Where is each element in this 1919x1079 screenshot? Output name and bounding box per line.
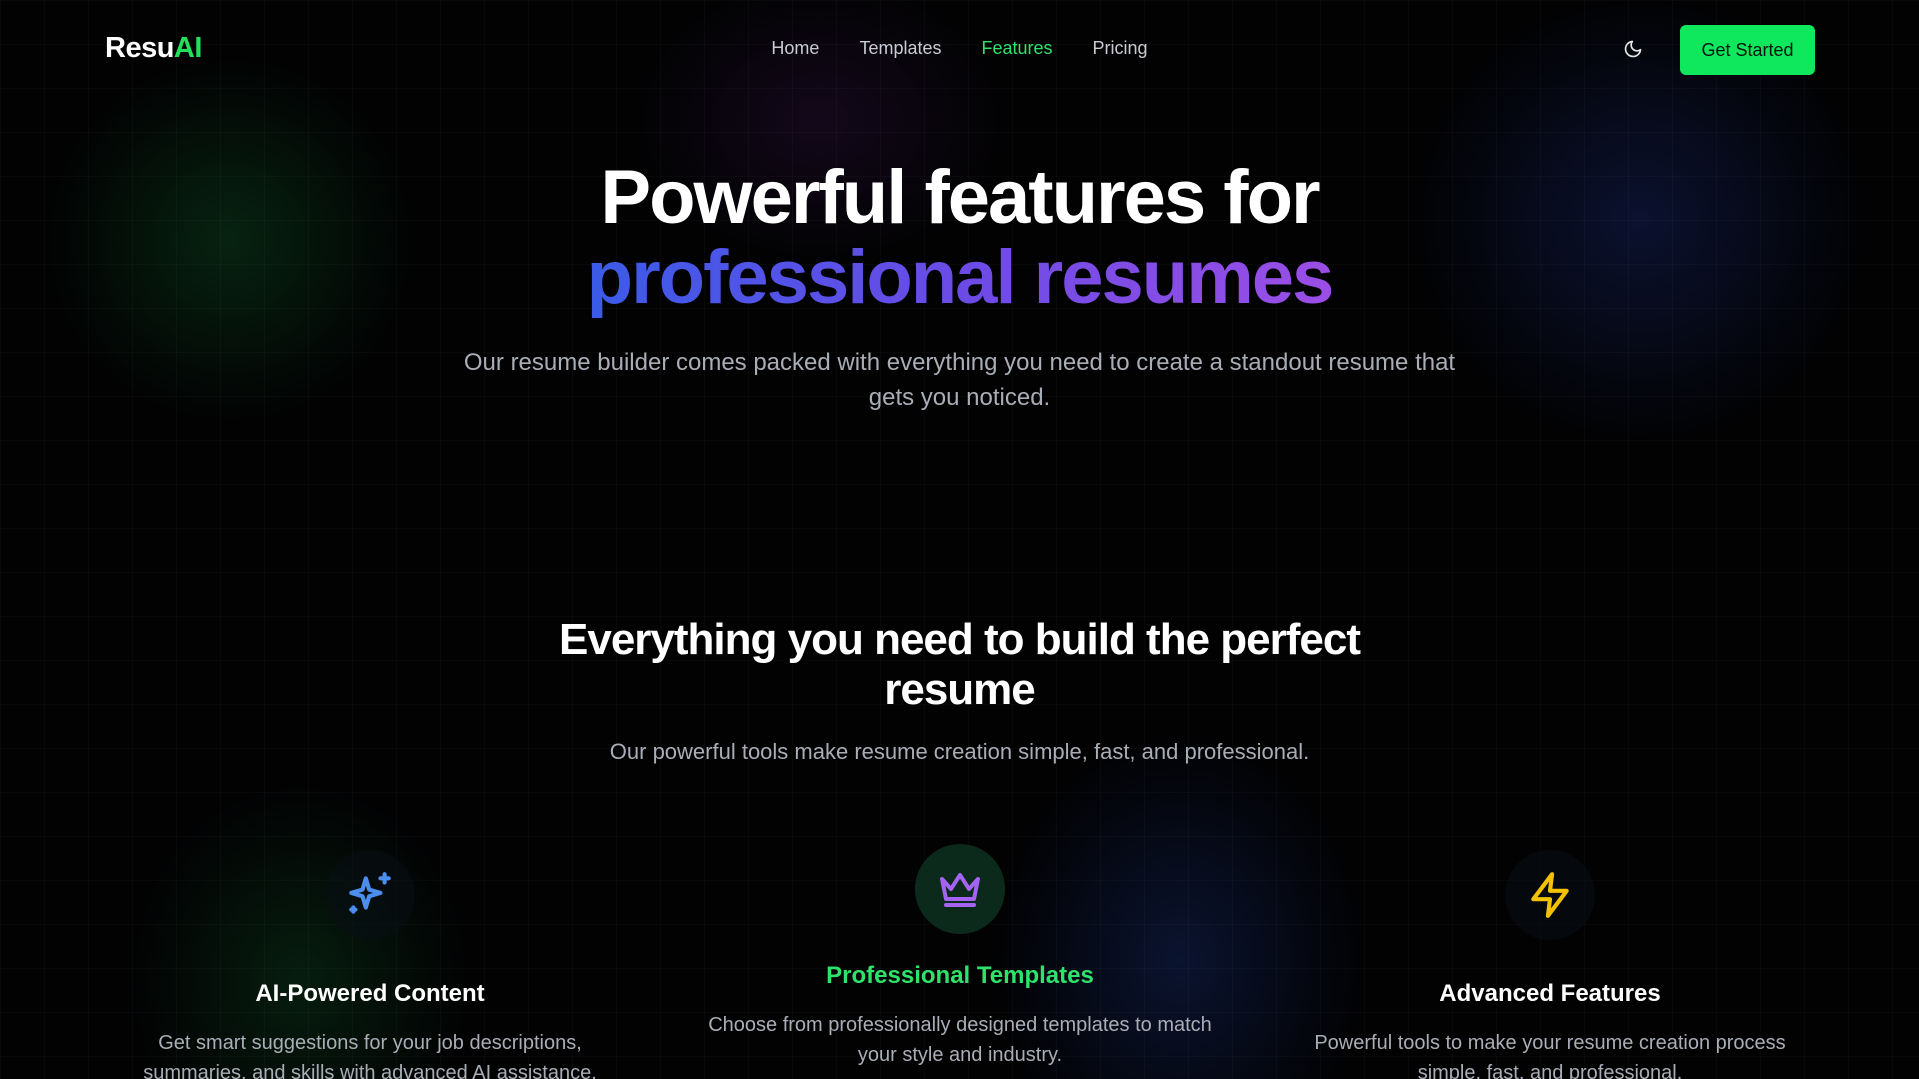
theme-toggle-button[interactable] — [1620, 36, 1646, 62]
feature-card-ai-content: AI-Powered Content Get smart suggestions… — [110, 850, 630, 1079]
hero-title: Powerful features for professional resum… — [0, 158, 1919, 318]
lightning-icon — [1531, 872, 1569, 918]
feature-icon-container — [325, 850, 415, 940]
feature-card-templates: Professional Templates Choose from profe… — [700, 844, 1220, 1070]
feature-title: AI-Powered Content — [255, 980, 485, 1007]
feature-title: Advanced Features — [1439, 980, 1661, 1007]
nav-link-features[interactable]: Features — [981, 38, 1052, 59]
page: ResuAI Home Templates Features Pricing G… — [0, 0, 1919, 1079]
hero-title-line1: Powerful features for — [600, 155, 1320, 240]
feature-icon-container — [1505, 850, 1595, 940]
nav-link-templates[interactable]: Templates — [859, 38, 941, 59]
feature-description: Choose from professionally designed temp… — [708, 1014, 1212, 1066]
hero-subtitle: Our resume builder comes packed with eve… — [463, 349, 1456, 411]
navbar: ResuAI Home Templates Features Pricing G… — [0, 0, 1919, 100]
section-subtitle: Our powerful tools make resume creation … — [609, 739, 1310, 764]
feature-title: Professional Templates — [826, 962, 1094, 989]
feature-description: Powerful tools to make your resume creat… — [1314, 1032, 1786, 1079]
hero-title-line2: professional resumes — [586, 235, 1335, 320]
section-title: Everything you need to build the perfect… — [559, 615, 1361, 714]
sparkles-icon — [349, 872, 391, 914]
nav-link-home[interactable]: Home — [771, 38, 819, 59]
feature-icon-container — [915, 844, 1005, 934]
feature-description: Get smart suggestions for your job descr… — [143, 1032, 597, 1079]
moon-icon — [1624, 40, 1642, 58]
nav-link-pricing[interactable]: Pricing — [1093, 38, 1148, 59]
feature-card-advanced: Advanced Features Powerful tools to make… — [1290, 850, 1810, 1079]
crown-icon — [940, 873, 980, 907]
get-started-button[interactable]: Get Started — [1680, 25, 1815, 75]
